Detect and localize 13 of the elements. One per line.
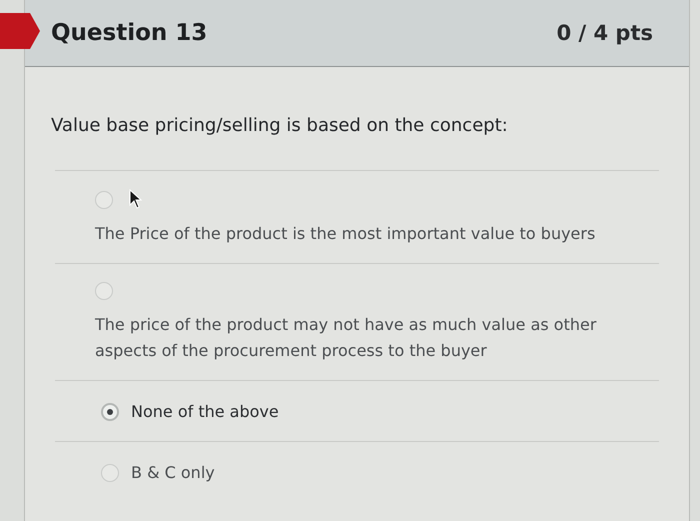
answer-label: The Price of the product is the most important value to buyers [95, 223, 596, 245]
radio-button[interactable] [101, 464, 119, 482]
mouse-cursor-icon [129, 189, 143, 209]
points-score: 0 / 4 pts [556, 21, 653, 45]
answer-label: The price of the product may not have as much value as other aspects of the procurement process to the buyer [95, 314, 598, 362]
answer-label: B & C only [131, 462, 215, 484]
radio-button[interactable] [95, 191, 113, 209]
radio-button[interactable] [101, 403, 119, 421]
incorrect-marker-icon [0, 13, 40, 49]
question-title: Question 13 [51, 20, 208, 46]
question-text: Value base pricing/selling is based on the concept: [50, 114, 509, 138]
answer-label: None of the above [131, 401, 279, 423]
radio-button[interactable] [95, 282, 113, 300]
